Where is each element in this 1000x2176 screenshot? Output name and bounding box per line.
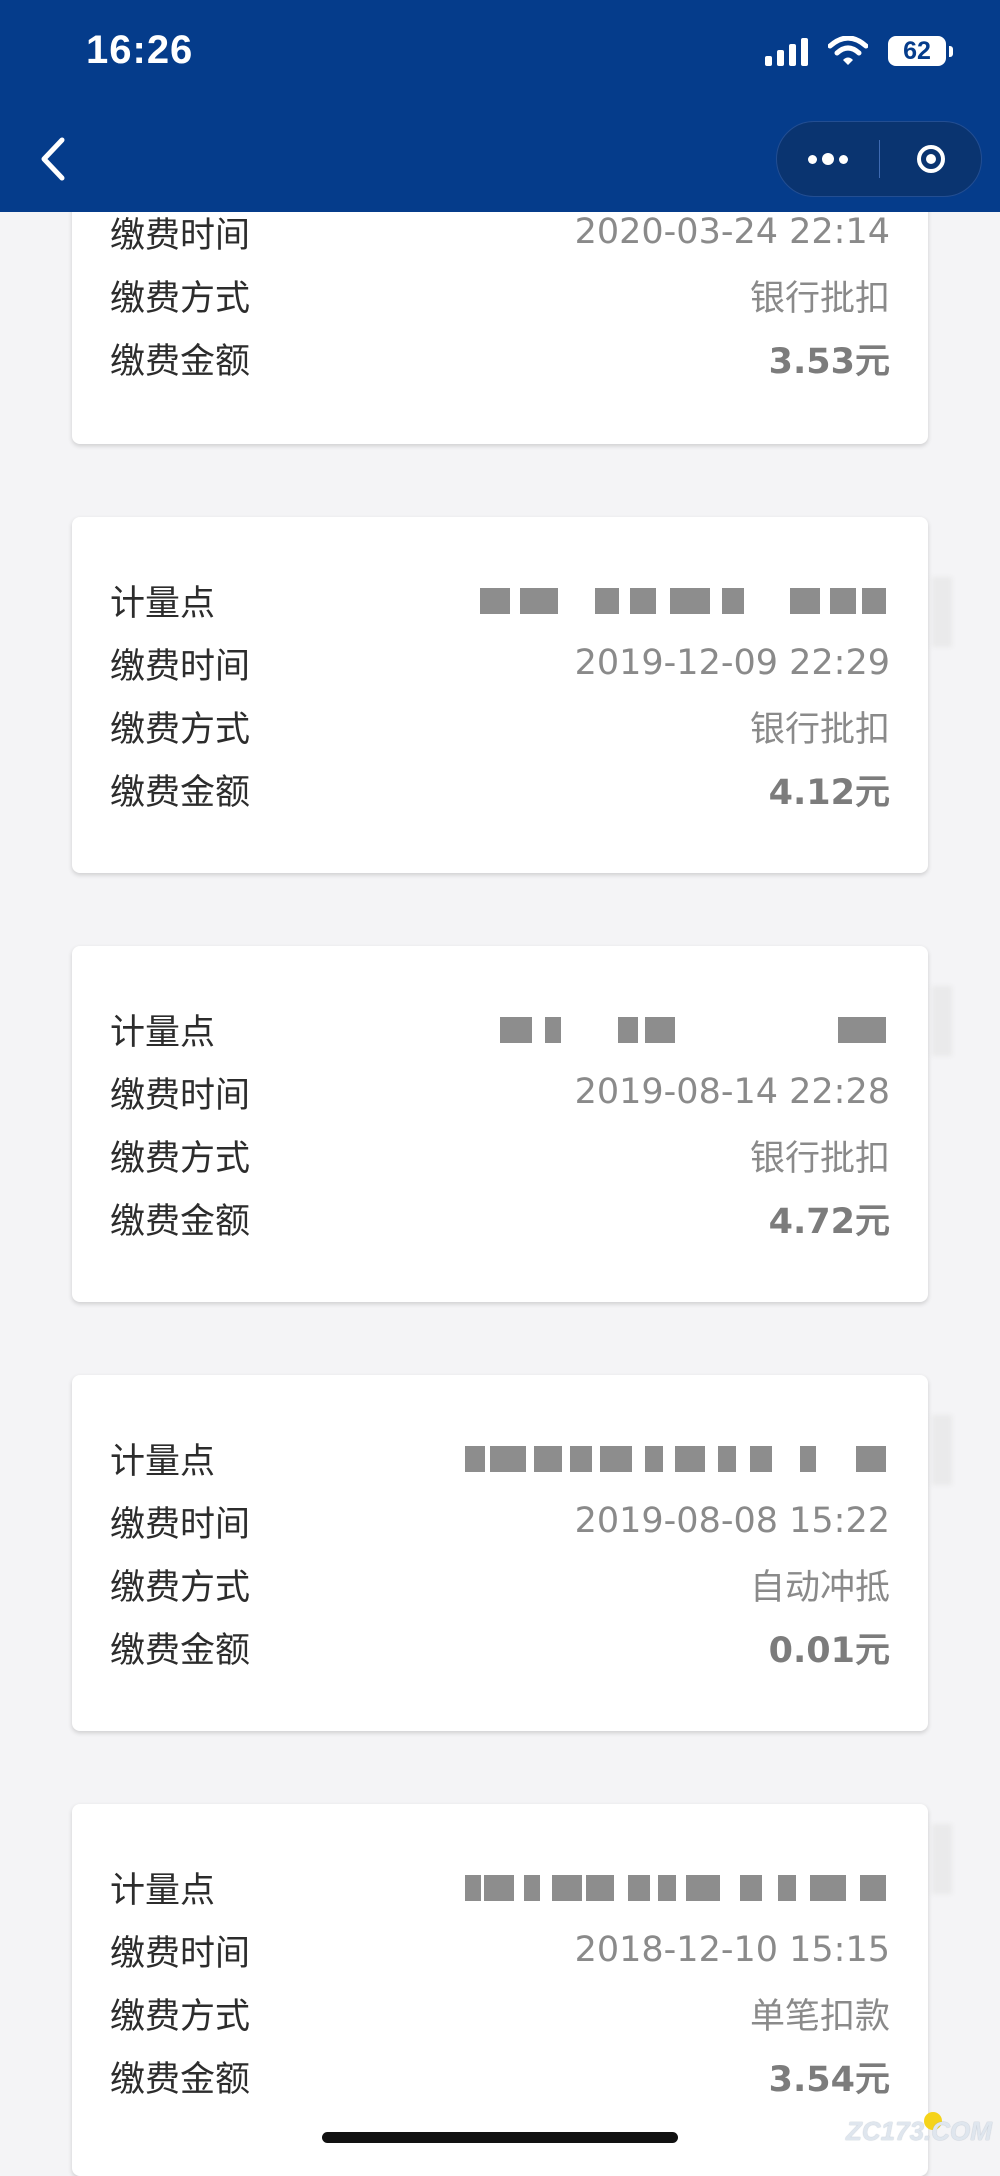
- home-indicator: [322, 2132, 678, 2143]
- pay-time-value: 2019-08-14 22:28: [574, 1072, 890, 1112]
- close-mini-program-button[interactable]: [880, 122, 981, 196]
- payment-record-card: 计量点 缴费时间 2019-08-08 15:22 缴费方式 自动冲抵 缴费金额…: [72, 1375, 952, 1731]
- pay-time-row: 缴费时间 2019-12-09 22:29: [110, 633, 890, 693]
- pay-amount-label: 缴费金额: [110, 772, 251, 813]
- meter-point-mosaic: [460, 1867, 890, 1907]
- meter-point-mosaic: [460, 1438, 890, 1478]
- pay-method-row: 缴费方式 银行批扣: [110, 1125, 890, 1185]
- pay-method-value: 单笔扣款: [749, 1996, 890, 2037]
- status-time: 16:26: [86, 28, 194, 72]
- wifi-icon: [828, 36, 868, 65]
- pay-time-value: 2019-08-08 15:22: [574, 1501, 890, 1541]
- pay-amount-value: 3.53元: [768, 341, 890, 382]
- pay-time-value: 2020-03-24 22:14: [574, 212, 890, 252]
- pay-amount-row: 缴费金额 3.53元: [110, 328, 890, 388]
- pay-amount-label: 缴费金额: [110, 2059, 251, 2100]
- payment-record-card: 计量点 缴费时间 2018-12-10 15:15 缴费方式 单笔扣款 缴费金额…: [72, 1804, 952, 2176]
- blur-overlay: [932, 1415, 952, 1485]
- pay-method-label: 缴费方式: [110, 278, 251, 319]
- pay-method-label: 缴费方式: [110, 1138, 251, 1179]
- pay-amount-row: 缴费金额 3.54元: [110, 2046, 890, 2106]
- target-circle-icon: [916, 145, 945, 173]
- blur-overlay: [932, 986, 952, 1056]
- more-options-button[interactable]: [777, 122, 879, 196]
- status-icons: 62: [765, 36, 953, 66]
- pay-method-row: 缴费方式 银行批扣: [110, 696, 890, 756]
- pay-method-value: 自动冲抵: [749, 1567, 890, 1608]
- meter-point-label: 计量点: [110, 583, 216, 624]
- pay-amount-value: 4.72元: [768, 1201, 890, 1242]
- blur-overlay: [932, 577, 952, 647]
- pay-time-label: 缴费时间: [110, 215, 251, 256]
- pay-time-value: 2019-12-09 22:29: [574, 643, 890, 683]
- dot-icon: [839, 154, 848, 164]
- mini-program-capsule: [776, 121, 982, 197]
- pay-method-value: 银行批扣: [749, 1138, 890, 1179]
- meter-point-mosaic: [460, 580, 890, 620]
- pay-amount-label: 缴费金额: [110, 1630, 251, 1671]
- meter-point-row: 计量点: [110, 1857, 890, 1917]
- dot-icon: [822, 153, 834, 165]
- meter-point-label: 计量点: [110, 1441, 216, 1482]
- pay-amount-value: 3.54元: [768, 2059, 890, 2100]
- pay-method-row: 缴费方式 银行批扣: [110, 265, 890, 325]
- pay-method-row: 缴费方式 自动冲抵: [110, 1554, 890, 1614]
- pay-time-label: 缴费时间: [110, 1933, 251, 1974]
- pay-method-label: 缴费方式: [110, 1567, 251, 1608]
- pay-amount-row: 缴费金额 0.01元: [110, 1617, 890, 1677]
- meter-point-row: 计量点: [110, 1428, 890, 1488]
- meter-point-row: 计量点: [110, 999, 890, 1059]
- payment-record-list: 缴费时间 2020-03-24 22:14 缴费方式 银行批扣 缴费金额 3.5…: [0, 0, 1000, 2176]
- pay-amount-value: 0.01元: [768, 1630, 890, 1671]
- pay-amount-label: 缴费金额: [110, 1201, 251, 1242]
- meter-point-label: 计量点: [110, 1012, 216, 1053]
- back-button[interactable]: [28, 124, 82, 194]
- meter-point-label: 计量点: [110, 1870, 216, 1911]
- meter-point-row: 计量点: [110, 570, 890, 630]
- payment-record-card: 计量点 缴费时间 2019-08-14 22:28 缴费方式 银行批扣 缴费金额…: [72, 946, 952, 1302]
- dot-icon: [808, 154, 817, 164]
- pay-method-value: 银行批扣: [749, 278, 890, 319]
- pay-time-label: 缴费时间: [110, 646, 251, 687]
- pay-amount-row: 缴费金额 4.12元: [110, 759, 890, 819]
- pay-method-label: 缴费方式: [110, 709, 251, 750]
- payment-record-card: 计量点 缴费时间 2019-12-09 22:29 缴费方式 银行批扣 缴费金额…: [72, 517, 952, 873]
- pay-method-row: 缴费方式 单笔扣款: [110, 1983, 890, 2043]
- pay-time-label: 缴费时间: [110, 1075, 251, 1116]
- meter-point-mosaic: [460, 1009, 890, 1049]
- pay-time-value: 2018-12-10 15:15: [574, 1930, 890, 1970]
- pay-amount-row: 缴费金额 4.72元: [110, 1188, 890, 1248]
- pay-time-label: 缴费时间: [110, 1504, 251, 1545]
- pay-method-label: 缴费方式: [110, 1996, 251, 2037]
- pay-time-row: 缴费时间 2018-12-10 15:15: [110, 1920, 890, 1980]
- chevron-left-icon: [41, 137, 65, 181]
- blur-overlay: [932, 1824, 952, 1894]
- pay-time-row: 缴费时间 2019-08-14 22:28: [110, 1062, 890, 1122]
- cellular-signal-icon: [765, 36, 808, 66]
- app-header: 16:26 62: [0, 0, 1000, 212]
- pay-time-row: 缴费时间 2019-08-08 15:22: [110, 1491, 890, 1551]
- pay-amount-label: 缴费金额: [110, 341, 251, 382]
- watermark: ZC173.COM: [846, 2116, 992, 2146]
- battery-icon: 62: [888, 36, 953, 66]
- pay-method-value: 银行批扣: [749, 709, 890, 750]
- pay-amount-value: 4.12元: [768, 772, 890, 813]
